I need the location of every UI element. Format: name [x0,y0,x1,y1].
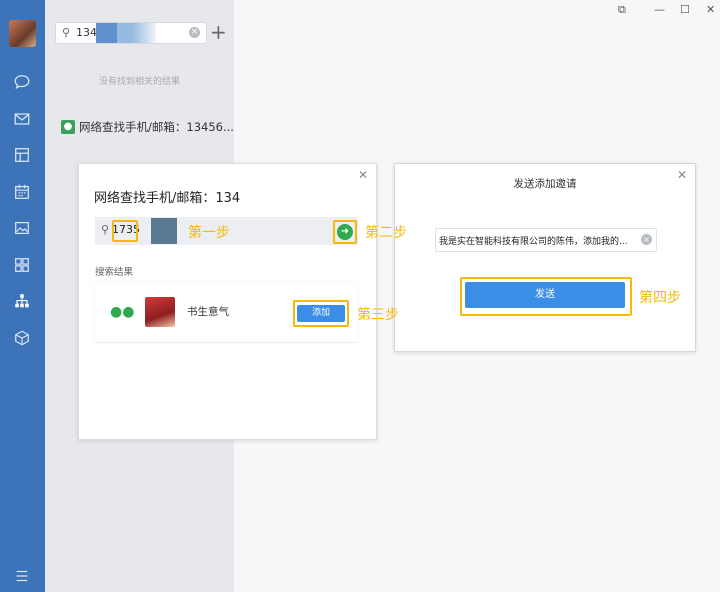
org-icon[interactable] [12,291,32,311]
search-icon: ⚲ [62,26,71,39]
send-button[interactable]: 发送 [465,282,625,308]
invite-message: 我是实在智能科技有限公司的陈伟，添加我的... [439,237,628,247]
search-icon: ⚲ [101,223,110,236]
person-icon: ● [61,120,75,134]
avatar[interactable] [9,20,36,47]
network-search-label: 网络查找手机/邮箱：13456... [79,120,234,134]
maximize-icon[interactable]: ☐ [680,3,690,16]
mail-icon[interactable] [12,109,32,129]
step4-label: 第四步 [639,290,681,306]
chat-icon[interactable] [12,72,32,92]
result-label: 搜索结果 [95,267,134,278]
clear-icon[interactable]: × [641,234,652,245]
go-button[interactable]: ➜ [337,224,353,240]
redaction-blur [151,218,177,244]
add-button[interactable]: 添加 [297,305,345,322]
user-name: 书生意气 [187,306,229,318]
restore-icon[interactable]: ⧉ [618,3,626,17]
search-value: 134 [76,26,97,39]
invite-dialog: ✕ 发送添加邀请 我是实在智能科技有限公司的陈伟，添加我的... × 发送 [394,163,696,352]
grid-icon[interactable] [12,255,32,275]
redaction-blur [96,23,156,43]
network-search-dialog: ✕ 网络查找手机/邮箱：134 ⚲ 1735 ➜ 搜索结果 ●● 书生意气 添加 [78,163,377,440]
box-icon[interactable] [12,145,32,165]
no-result-text: 没有找到相关的结果 [98,77,180,87]
calendar-icon[interactable] [12,182,32,202]
step1-highlight [112,220,138,242]
clear-icon[interactable]: × [189,27,200,38]
network-search-item[interactable]: ● 网络查找手机/邮箱：13456... [61,119,234,135]
close-icon[interactable]: ✕ [358,168,368,182]
close-icon[interactable]: ✕ [706,3,715,16]
sidebar [0,0,45,592]
add-icon[interactable]: + [210,20,227,44]
search-input[interactable]: ⚲ 134 × [55,22,207,44]
image-icon[interactable] [12,218,32,238]
menu-icon[interactable] [12,566,32,586]
wechat-icon: ●● [110,304,135,320]
dialog-title: 发送添加邀请 [513,178,577,190]
dialog-title: 网络查找手机/邮箱：134 [94,191,241,206]
step3-label: 第三步 [357,307,399,323]
user-avatar [145,297,175,327]
minimize-icon[interactable]: — [654,3,665,16]
invite-message-input[interactable]: 我是实在智能科技有限公司的陈伟，添加我的... × [435,228,657,252]
step1-label: 第一步 [188,225,230,241]
step2-label: 第二步 [365,225,407,241]
cube-icon[interactable] [12,328,32,348]
